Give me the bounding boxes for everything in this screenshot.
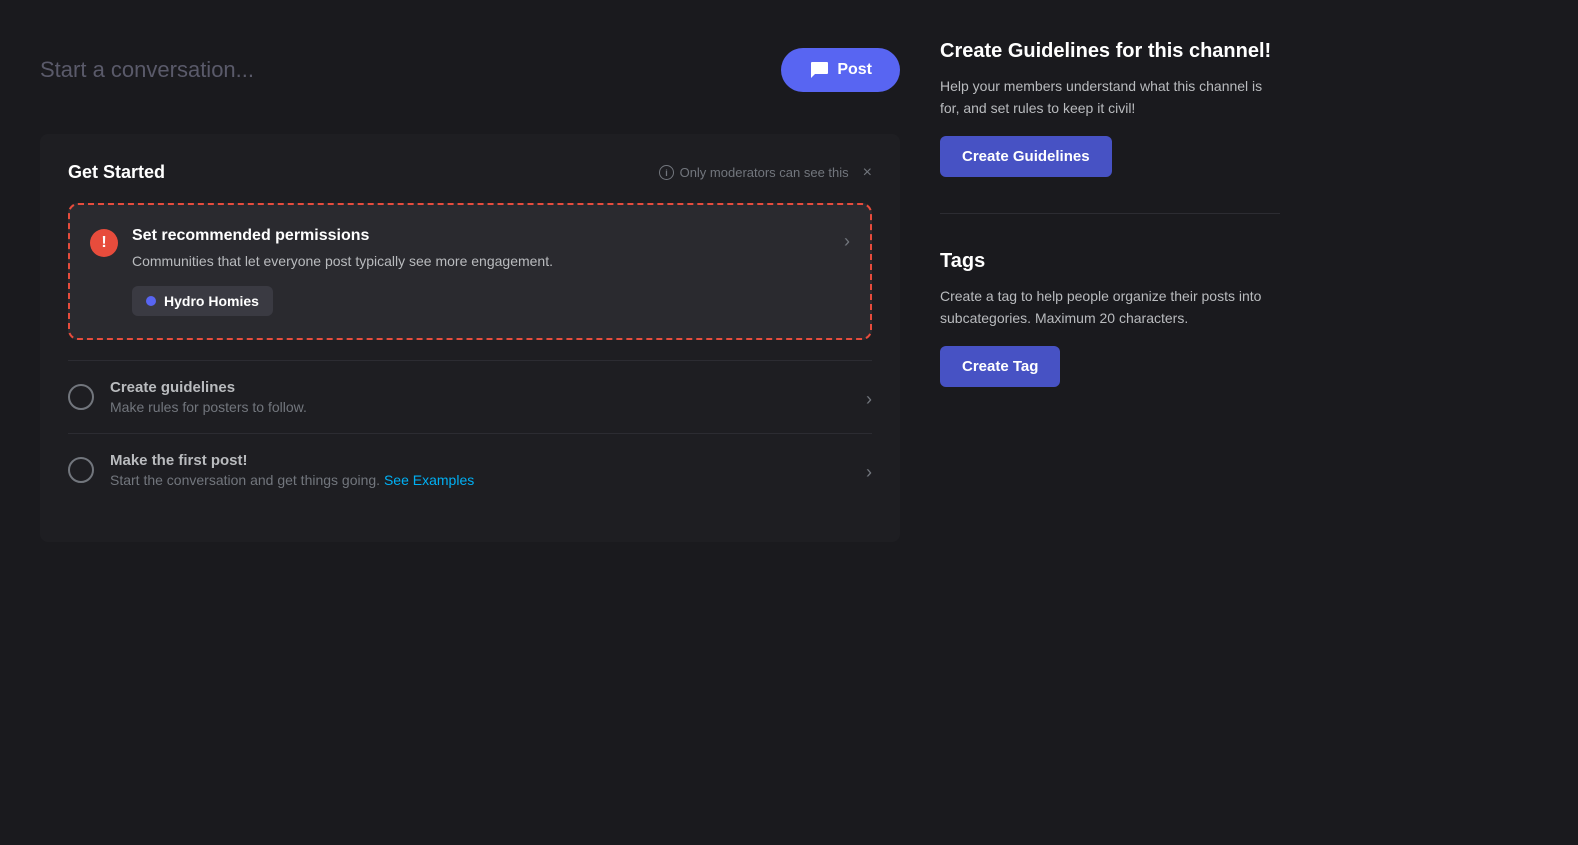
create-guidelines-title: Create guidelines bbox=[110, 379, 307, 396]
make-first-post-desc: Start the conversation and get things go… bbox=[110, 472, 474, 488]
permissions-card[interactable]: ! Set recommended permissions Communitie… bbox=[68, 203, 872, 340]
create-guidelines-left: Create guidelines Make rules for posters… bbox=[68, 379, 307, 415]
tags-section-desc: Create a tag to help people organize the… bbox=[940, 285, 1280, 330]
close-button[interactable]: × bbox=[863, 164, 872, 182]
alert-icon: ! bbox=[90, 229, 118, 257]
permissions-desc: Communities that let everyone post typic… bbox=[132, 251, 553, 272]
right-column: Create Guidelines for this channel! Help… bbox=[940, 30, 1280, 815]
section-divider bbox=[940, 213, 1280, 214]
permissions-card-content: ! Set recommended permissions Communitie… bbox=[90, 227, 832, 272]
create-guidelines-text: Create guidelines Make rules for posters… bbox=[110, 379, 307, 415]
tags-section: Tags Create a tag to help people organiz… bbox=[940, 250, 1280, 387]
community-dot-icon bbox=[146, 296, 156, 306]
create-guidelines-chevron-icon: › bbox=[866, 389, 872, 410]
make-first-post-title: Make the first post! bbox=[110, 452, 474, 469]
moderator-notice: i Only moderators can see this × bbox=[659, 164, 872, 182]
see-examples-link[interactable]: See Examples bbox=[384, 472, 474, 488]
svg-text:i: i bbox=[665, 168, 668, 178]
community-tag[interactable]: Hydro Homies bbox=[132, 286, 273, 316]
circle-checkbox-icon-2 bbox=[68, 457, 94, 483]
create-guidelines-desc: Make rules for posters to follow. bbox=[110, 399, 307, 415]
get-started-title: Get Started bbox=[68, 162, 165, 183]
tags-section-title: Tags bbox=[940, 250, 1280, 273]
left-column: Start a conversation... Post Get Started… bbox=[40, 30, 900, 815]
make-first-post-left: Make the first post! Start the conversat… bbox=[68, 452, 474, 488]
make-first-post-chevron-icon: › bbox=[866, 462, 872, 483]
create-tag-button[interactable]: Create Tag bbox=[940, 346, 1060, 387]
get-started-header: Get Started i Only moderators can see th… bbox=[68, 162, 872, 183]
permissions-card-top: ! Set recommended permissions Communitie… bbox=[90, 227, 850, 272]
info-icon: i bbox=[659, 165, 674, 180]
community-name: Hydro Homies bbox=[164, 293, 259, 309]
circle-checkbox-icon bbox=[68, 384, 94, 410]
make-first-post-text: Make the first post! Start the conversat… bbox=[110, 452, 474, 488]
conversation-placeholder[interactable]: Start a conversation... bbox=[40, 57, 254, 83]
post-button[interactable]: Post bbox=[781, 48, 900, 92]
permissions-title: Set recommended permissions bbox=[132, 227, 553, 245]
permissions-chevron-icon[interactable]: › bbox=[844, 231, 850, 252]
make-first-post-item[interactable]: Make the first post! Start the conversat… bbox=[68, 433, 872, 506]
guidelines-section-desc: Help your members understand what this c… bbox=[940, 75, 1280, 120]
get-started-section: Get Started i Only moderators can see th… bbox=[40, 134, 900, 542]
create-guidelines-item[interactable]: Create guidelines Make rules for posters… bbox=[68, 360, 872, 433]
create-guidelines-button[interactable]: Create Guidelines bbox=[940, 136, 1112, 177]
top-bar: Start a conversation... Post bbox=[40, 30, 900, 110]
guidelines-section: Create Guidelines for this channel! Help… bbox=[940, 40, 1280, 177]
chat-icon bbox=[809, 60, 829, 80]
permissions-text-block: Set recommended permissions Communities … bbox=[132, 227, 553, 272]
guidelines-section-title: Create Guidelines for this channel! bbox=[940, 40, 1280, 63]
